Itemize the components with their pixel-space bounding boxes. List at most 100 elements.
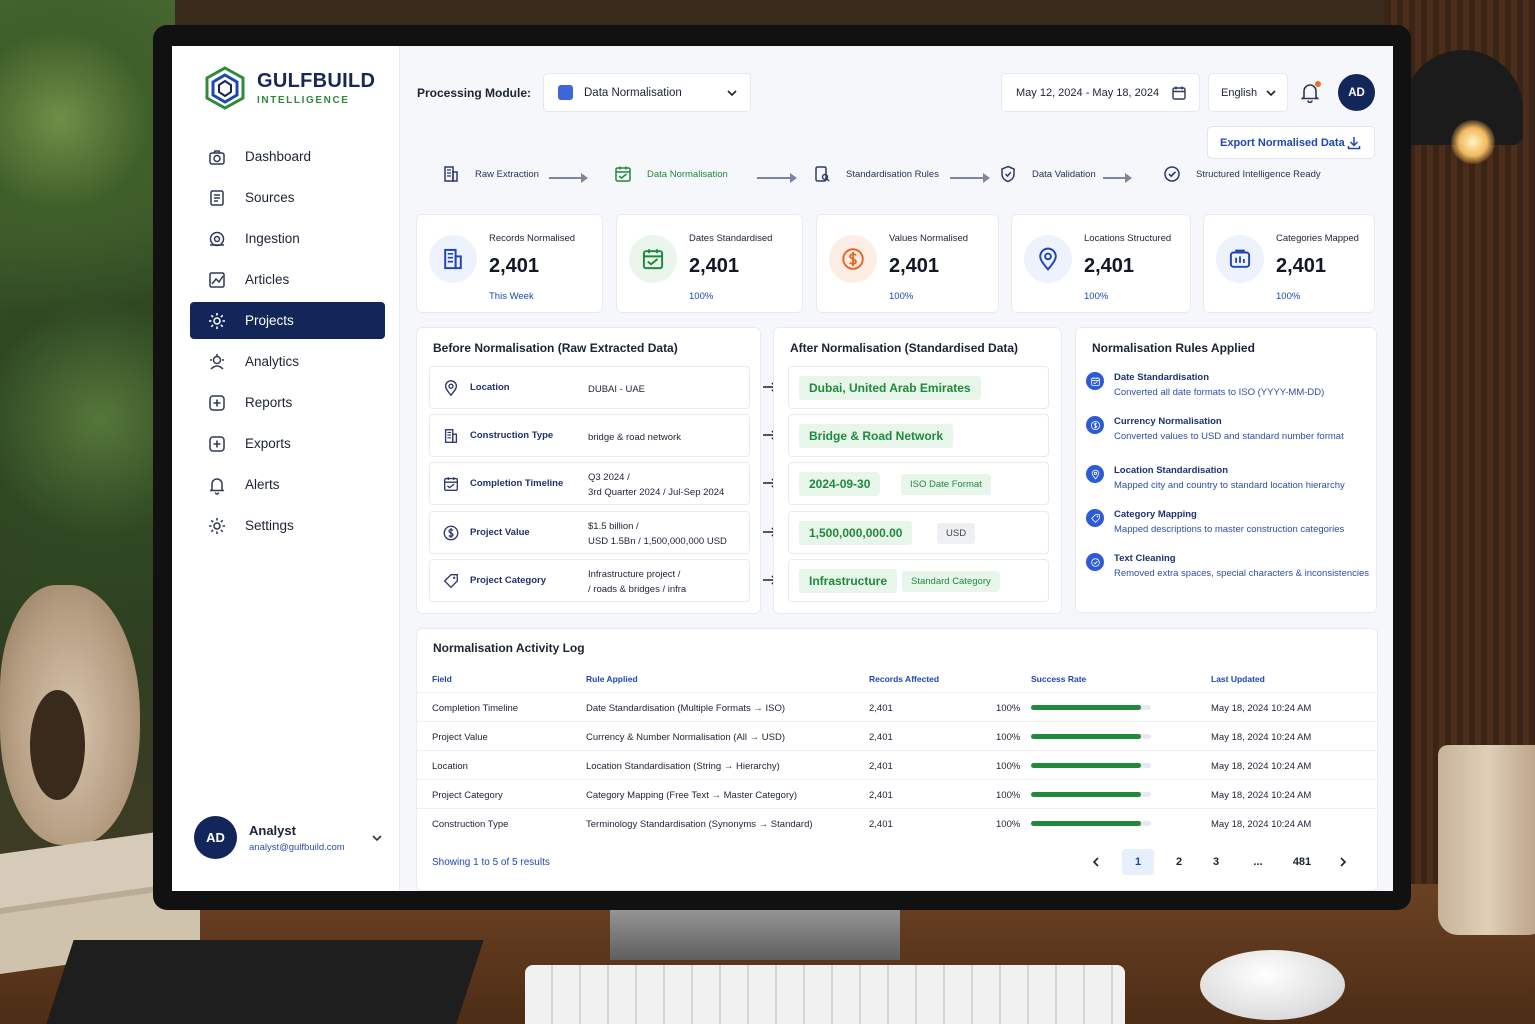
log-updated: May 18, 2024 10:24 AM [1211, 732, 1312, 743]
language-value: English [1221, 86, 1258, 99]
stat-sub: 100% [1276, 291, 1301, 302]
log-title: Normalisation Activity Log [433, 641, 585, 655]
stat-label: Locations Structured [1084, 233, 1172, 244]
success-rate-bar [1031, 705, 1151, 710]
sidebar-nav: Dashboard Sources Ingestion Articles Project… [190, 138, 385, 548]
topbar: Processing Module: Data Normalisation Ma… [417, 73, 1377, 113]
calendar-icon [1090, 376, 1100, 386]
log-field: Completion Timeline [432, 703, 519, 714]
sidebar-item-label: Projects [245, 313, 294, 328]
gear-icon [209, 312, 225, 329]
calendar-icon [1172, 86, 1186, 100]
rule-description: Mapped descriptions to master constructi… [1114, 524, 1345, 535]
stat-card[interactable]: Records Normalised 2,401 This Week [416, 214, 603, 313]
log-records: 2,401 [869, 732, 893, 743]
table-row[interactable]: Completion Timeline Date Standardisation … [417, 692, 1379, 721]
pipeline-step[interactable]: Data Normalisation [613, 164, 728, 184]
sidebar-item-settings[interactable]: Settings [190, 507, 385, 544]
monitor-stand [610, 905, 900, 960]
log-updated: May 18, 2024 10:24 AM [1211, 819, 1312, 830]
stat-icon-wrap [629, 235, 677, 283]
pipeline-step[interactable]: Standardisation Rules [812, 164, 939, 184]
raw-value: Q3 2024 / [588, 472, 630, 483]
pipeline-step-label: Standardisation Rules [846, 168, 939, 180]
log-field: Construction Type [432, 819, 509, 830]
processing-module-label: Processing Module: [417, 86, 532, 100]
stat-card[interactable]: Dates Standardised 2,401 100% [616, 214, 803, 313]
module-select[interactable]: Data Normalisation [543, 73, 751, 112]
sidebar-item-dashboard[interactable]: Dashboard [190, 138, 385, 175]
stat-card[interactable]: Categories Mapped 2,401 100% [1203, 214, 1375, 313]
logo[interactable]: GULFBUILD INTELLIGENCE [204, 66, 375, 110]
results-summary: Showing 1 to 5 of 5 results [432, 857, 550, 868]
pipeline-step-label: Raw Extraction [475, 168, 539, 180]
table-row[interactable]: Project Category Category Mapping (Free T… [417, 779, 1379, 808]
pagination-page[interactable]: 2 [1163, 849, 1195, 875]
field-name: Location [470, 382, 510, 393]
sidebar-item-projects[interactable]: Projects [190, 302, 385, 339]
user-menu[interactable]: AD Analyst analyst@gulfbuild.com [194, 816, 384, 859]
stat-value: 2,401 [689, 255, 740, 277]
column-header[interactable]: Field [432, 674, 452, 684]
stat-card[interactable]: Locations Structured 2,401 100% [1011, 214, 1191, 313]
log-updated: May 18, 2024 10:24 AM [1211, 790, 1312, 801]
building-icon [444, 248, 462, 270]
dollar-icon [842, 248, 864, 270]
log-rule: Location Standardisation (String → Hiera… [586, 761, 780, 772]
format-tag: Standard Category [902, 571, 1000, 592]
pagination-prev[interactable] [1080, 849, 1112, 875]
rule-icon-wrap [1086, 465, 1104, 483]
stat-card[interactable]: Values Normalised 2,401 100% [816, 214, 999, 313]
stat-icon-wrap [829, 235, 877, 283]
sidebar-item-ingestion[interactable]: Ingestion [190, 220, 385, 257]
raw-value: Infrastructure project / [588, 569, 681, 580]
sidebar-item-alerts[interactable]: Alerts [190, 466, 385, 503]
table-row[interactable]: Construction Type Terminology Standardisa… [417, 808, 1379, 837]
pagination-page[interactable]: 481 [1286, 849, 1318, 875]
sidebar-item-analytics[interactable]: Analytics [190, 343, 385, 380]
building-icon [444, 166, 458, 182]
pipeline-step[interactable]: Data Validation [998, 164, 1096, 184]
column-header[interactable]: Success Rate [1031, 674, 1086, 684]
sidebar-item-articles[interactable]: Articles [190, 261, 385, 298]
sidebar-item-exports[interactable]: Exports [190, 425, 385, 462]
export-button[interactable]: Export Normalised Data [1207, 126, 1375, 159]
date-range-picker[interactable]: May 12, 2024 - May 18, 2024 [1001, 73, 1200, 112]
pagination-page[interactable]: ... [1242, 849, 1274, 875]
raw-value-group: bridge & road network [588, 430, 681, 445]
normalised-value: Dubai, United Arab Emirates [799, 376, 981, 400]
tag-icon [443, 574, 458, 589]
column-header[interactable]: Records Affected [869, 674, 939, 684]
log-rate: 100% [996, 732, 1021, 743]
pipeline-step[interactable]: Structured Intelligence Ready [1162, 164, 1321, 184]
log-field: Project Value [432, 732, 488, 743]
pipeline-step[interactable]: Raw Extraction [441, 164, 539, 184]
chevron-down-icon[interactable] [370, 831, 384, 845]
chevron-down-icon [727, 90, 737, 97]
gear-icon [209, 517, 225, 534]
rule-title: Currency Normalisation [1114, 416, 1222, 427]
format-tag: ISO Date Format [901, 474, 991, 495]
brand-tagline: INTELLIGENCE [257, 95, 350, 106]
column-header[interactable]: Rule Applied [586, 674, 638, 684]
pipeline-step-label: Structured Intelligence Ready [1196, 168, 1321, 180]
sidebar-item-label: Articles [245, 272, 290, 287]
pagination-page[interactable]: 3 [1200, 849, 1232, 875]
top-avatar[interactable]: AD [1338, 74, 1375, 111]
table-row[interactable]: Project Value Currency & Number Normalisa… [417, 721, 1379, 750]
normalised-data-row: Bridge & Road Network [788, 414, 1049, 457]
log-records: 2,401 [869, 819, 893, 830]
lamp-bulb [1451, 120, 1495, 164]
log-field: Location [432, 761, 468, 772]
column-header[interactable]: Last Updated [1211, 674, 1265, 684]
raw-data-row: Completion Timeline Q3 2024 / 3rd Quarter … [429, 462, 750, 505]
pagination-page[interactable]: 1 [1122, 849, 1154, 875]
language-select[interactable]: English [1208, 73, 1288, 112]
normalised-value: Infrastructure [799, 569, 898, 593]
sidebar-item-sources[interactable]: Sources [190, 179, 385, 216]
pagination-next[interactable] [1327, 849, 1359, 875]
normalised-value: 1,500,000,000.00 [799, 521, 913, 545]
log-rate: 100% [996, 790, 1021, 801]
table-row[interactable]: Location Location Standardisation (String… [417, 750, 1379, 779]
sidebar-item-reports[interactable]: Reports [190, 384, 385, 421]
